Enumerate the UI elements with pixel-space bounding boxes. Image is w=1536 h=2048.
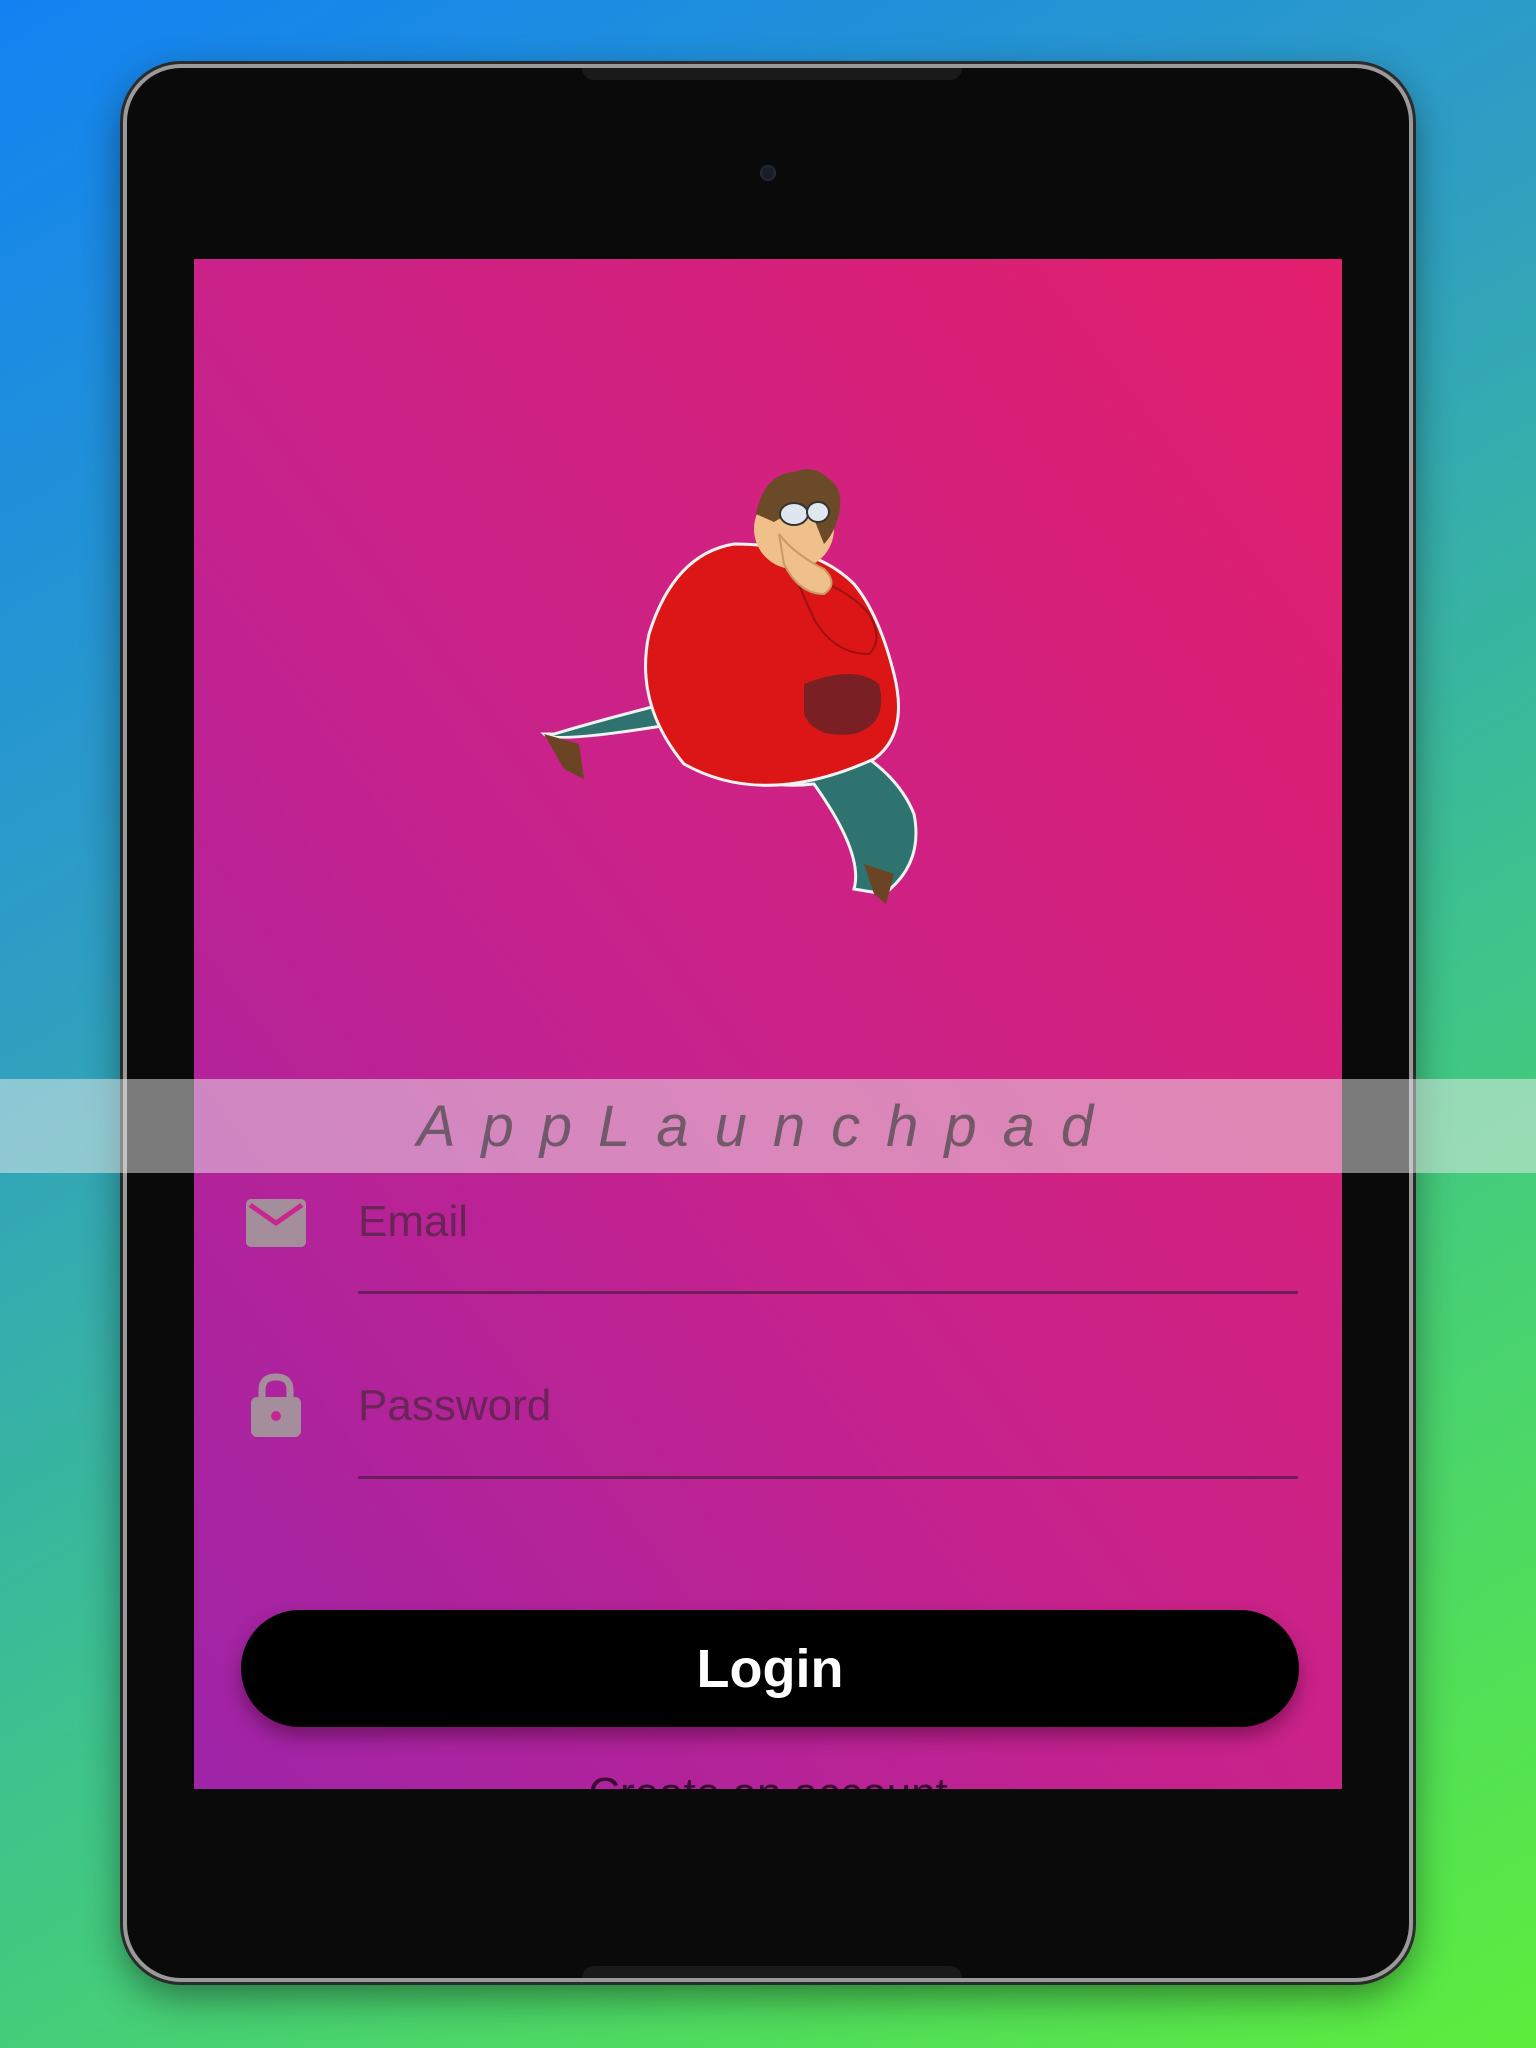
- create-account-link[interactable]: Create an account: [194, 1769, 1342, 1789]
- tablet-top-notch: [582, 68, 962, 80]
- login-button[interactable]: Login: [241, 1610, 1299, 1727]
- password-field[interactable]: Password: [358, 1381, 551, 1431]
- app-name-text: AppLaunchpad: [416, 1093, 1120, 1159]
- email-field-underline: [358, 1291, 1298, 1294]
- email-field[interactable]: Email: [358, 1197, 468, 1247]
- lock-icon: [251, 1373, 301, 1437]
- front-camera: [760, 165, 776, 181]
- mascot-illustration: [540, 469, 918, 904]
- tablet-bottom-notch: [582, 1966, 962, 1978]
- app-name-banner: AppLaunchpad: [0, 1079, 1536, 1173]
- app-screen: Email Password Login Create an account: [194, 259, 1342, 1789]
- password-field-underline: [358, 1476, 1298, 1479]
- envelope-icon: [246, 1199, 306, 1247]
